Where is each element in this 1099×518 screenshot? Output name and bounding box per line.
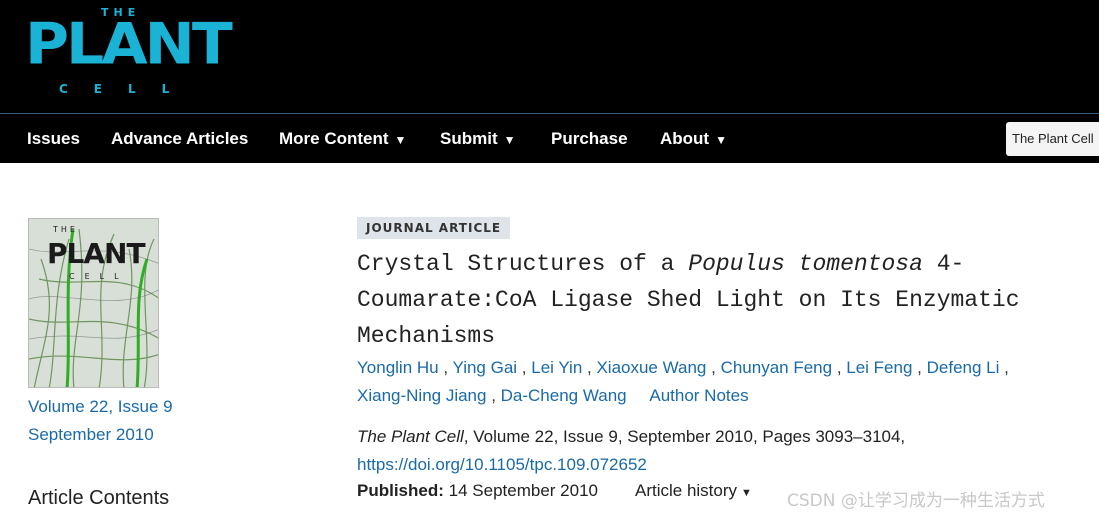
- article-type-badge: JOURNAL ARTICLE: [357, 217, 511, 239]
- author-link[interactable]: Xiaoxue Wang: [596, 358, 706, 377]
- author-link[interactable]: Ying Gai: [452, 358, 517, 377]
- nav-submit[interactable]: Submit ▼: [440, 114, 516, 163]
- article-contents-heading: Article Contents: [28, 487, 170, 509]
- nav-about-label: About: [660, 129, 710, 148]
- watermark: CSDN @让学习成为一种生活方式: [787, 491, 1045, 511]
- nav-issues[interactable]: Issues: [27, 114, 80, 163]
- author-link[interactable]: Da-Cheng Wang: [501, 386, 627, 405]
- cover-logo-the: THE: [52, 225, 78, 234]
- author-link[interactable]: Lei Yin: [531, 358, 582, 377]
- nav-advance-articles[interactable]: Advance Articles: [111, 114, 248, 163]
- title-part: Crystal Structures of a: [357, 251, 689, 277]
- issue-cover-image[interactable]: THE PLANT CELL: [28, 218, 159, 388]
- cover-artwork: THE PLANT CELL: [29, 219, 158, 387]
- site-header: THE PLANT CELL: [0, 0, 1099, 113]
- nav-advance-articles-label: Advance Articles: [111, 129, 249, 148]
- journal-name: The Plant Cell: [357, 427, 464, 446]
- logo-cell: CELL: [59, 82, 196, 96]
- logo-plant: PLANT: [25, 11, 233, 78]
- plant-cell-logo[interactable]: THE PLANT CELL: [25, 6, 233, 98]
- nav-purchase[interactable]: Purchase: [551, 114, 628, 163]
- chevron-down-icon: ▼: [715, 133, 727, 147]
- cover-logo-plant: PLANT: [47, 237, 145, 270]
- cover-logo-cell: CELL: [69, 272, 129, 281]
- nav-submit-label: Submit: [440, 129, 498, 148]
- doi-link[interactable]: https://doi.org/10.1105/tpc.109.072652: [357, 455, 647, 474]
- volume-issue-link[interactable]: Volume 22, Issue 9: [28, 396, 173, 418]
- nav-more-content-label: More Content: [279, 129, 389, 148]
- author-link[interactable]: Xiang-Ning Jiang: [357, 386, 486, 405]
- nav-purchase-label: Purchase: [551, 129, 628, 148]
- chevron-down-icon: ▼: [394, 133, 407, 147]
- article-history-label: Article history: [635, 481, 738, 500]
- nav-more-content[interactable]: More Content ▼: [279, 114, 406, 163]
- nav-issues-label: Issues: [27, 129, 80, 148]
- author-link[interactable]: Yonglin Hu: [357, 358, 439, 377]
- chevron-down-icon: ▼: [741, 487, 752, 499]
- author-notes-link[interactable]: Author Notes: [649, 386, 748, 405]
- nav-about[interactable]: About ▼: [660, 114, 727, 163]
- article-history-toggle[interactable]: Article history ▼: [635, 479, 752, 505]
- citation: The Plant Cell, Volume 22, Issue 9, Sept…: [357, 423, 1057, 479]
- article-title: Crystal Structures of a Populus tomentos…: [357, 246, 1047, 354]
- main-nav: Issues Advance Articles More Content ▼ Su…: [0, 114, 1099, 163]
- author-link[interactable]: Chunyan Feng: [721, 358, 833, 377]
- chevron-down-icon: ▼: [503, 133, 516, 147]
- search-scope-select[interactable]: The Plant Cell: [1006, 122, 1099, 156]
- title-species: Populus tomentosa: [688, 251, 923, 277]
- author-link[interactable]: Lei Feng: [846, 358, 912, 377]
- published-label: Published:: [357, 481, 444, 500]
- citation-details: , Volume 22, Issue 9, September 2010, Pa…: [463, 427, 906, 446]
- author-list: Yonglin Hu , Ying Gai , Lei Yin , Xiaoxu…: [357, 358, 1009, 405]
- author-link[interactable]: Defeng Li: [927, 358, 1000, 377]
- issue-date-link[interactable]: September 2010: [28, 424, 154, 446]
- published-date: 14 September 2010: [448, 481, 598, 500]
